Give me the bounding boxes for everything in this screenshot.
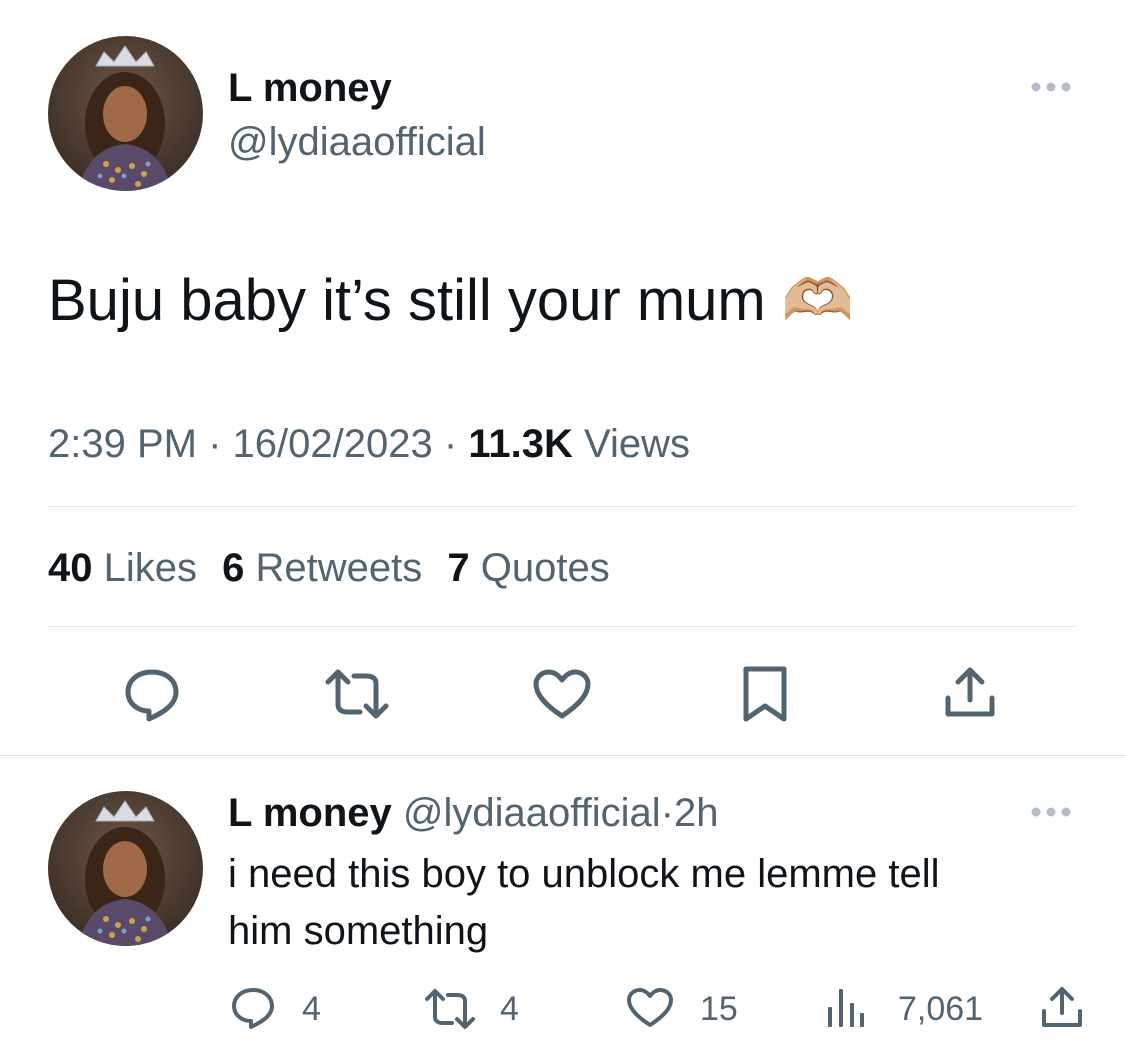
reply-author-handle[interactable]: @lydiaaofficial (403, 791, 661, 835)
quotes-count[interactable]: 7 (447, 546, 469, 590)
tweet-time[interactable]: 2:39 PM (48, 422, 197, 466)
reply-reply-icon[interactable] (230, 985, 276, 1031)
section-divider (0, 755, 1125, 756)
views-count[interactable]: 11.3K (468, 422, 573, 466)
tweet-text: Buju baby it’s still your mum 🫶🏼 (48, 268, 855, 333)
reply-views-chart-icon[interactable] (826, 985, 866, 1029)
meta-separator: · (208, 422, 222, 466)
tweet-date[interactable]: 16/02/2023 (233, 422, 433, 466)
author-name[interactable]: L money (228, 64, 392, 112)
main-tweet: L money @lydiaaofficial Buju baby it’s s… (0, 0, 1125, 756)
author-avatar[interactable] (48, 36, 203, 191)
engagement-stats: 40 Likes 6 Retweets 7 Quotes (48, 544, 610, 592)
reply-view-count[interactable]: 7,061 (898, 989, 983, 1029)
reply-more-horizontal-icon[interactable] (1028, 801, 1074, 823)
reply-tweet[interactable]: L money @lydiaaofficial·2h i need this b… (0, 757, 1125, 1046)
likes-label[interactable]: Likes (104, 546, 197, 590)
reply-heart-icon[interactable] (626, 987, 674, 1029)
views-label[interactable]: Views (584, 422, 690, 466)
reply-reply-count[interactable]: 4 (302, 989, 321, 1029)
retweet-icon[interactable] (324, 666, 390, 722)
bookmark-icon[interactable] (740, 664, 790, 724)
reply-retweet-count[interactable]: 4 (500, 989, 519, 1029)
reply-icon[interactable] (122, 664, 182, 724)
more-horizontal-icon[interactable] (1028, 76, 1074, 98)
tweet-meta: 2:39 PM · 16/02/2023 · 11.3K Views (48, 420, 690, 468)
avatar-portrait (78, 800, 172, 946)
reply-author-avatar[interactable] (48, 791, 203, 946)
divider (48, 626, 1077, 627)
share-icon[interactable] (942, 664, 998, 720)
retweets-count[interactable]: 6 (222, 546, 244, 590)
reply-author-name[interactable]: L money (228, 791, 392, 835)
reply-text-line-1: i need this boy to unblock me lemme tell (228, 852, 940, 896)
reply-separator: · (660, 791, 674, 835)
meta-separator: · (443, 422, 458, 466)
reply-like-count[interactable]: 15 (700, 989, 738, 1029)
likes-count[interactable]: 40 (48, 546, 93, 590)
author-handle[interactable]: @lydiaaofficial (228, 118, 486, 166)
reply-age[interactable]: 2h (674, 791, 719, 835)
divider (48, 506, 1077, 507)
reply-header: L money @lydiaaofficial·2h (228, 789, 718, 837)
quotes-label[interactable]: Quotes (481, 546, 610, 590)
heart-icon[interactable] (532, 668, 592, 720)
reply-retweet-icon[interactable] (424, 987, 476, 1031)
avatar-portrait (78, 45, 172, 191)
reply-share-icon[interactable] (1040, 985, 1084, 1029)
retweets-label[interactable]: Retweets (256, 546, 423, 590)
reply-text-line-2: him something (228, 909, 489, 953)
